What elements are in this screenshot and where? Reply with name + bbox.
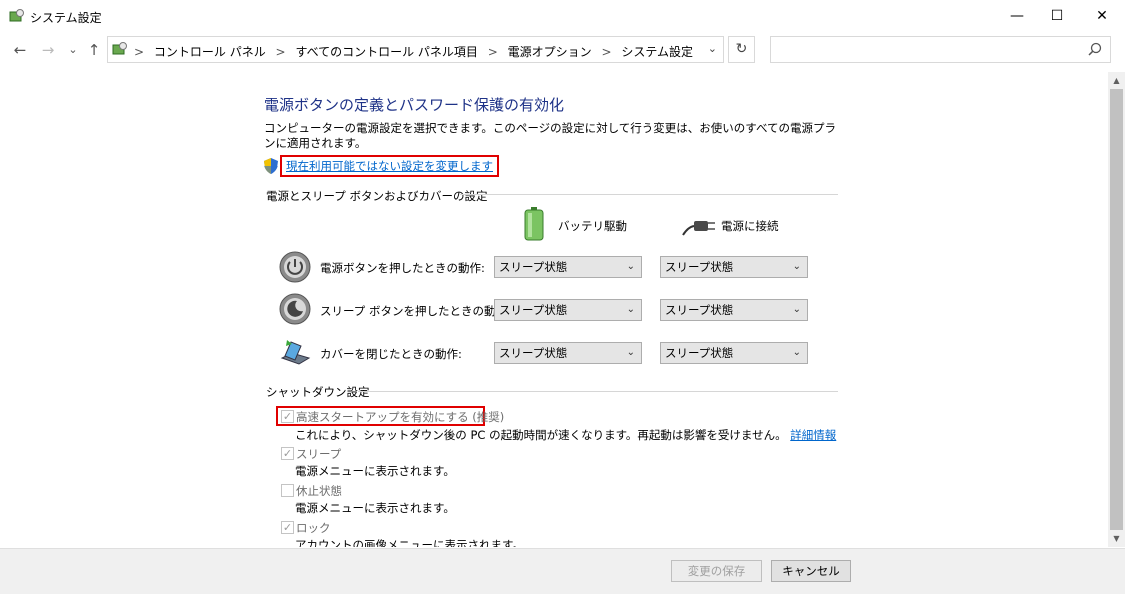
refresh-icon[interactable]: ↻ (728, 36, 755, 63)
power-button-action-label: 電源ボタンを押したときの動作: (320, 261, 485, 275)
fast-startup-label: 高速スタートアップを有効にする (推奨) (296, 410, 505, 424)
breadcrumb-control-panel[interactable]: コントロール パネル (154, 45, 266, 59)
group-divider (358, 391, 838, 392)
control-panel-icon (9, 9, 24, 22)
save-changes-button[interactable]: 変更の保存 (671, 560, 762, 582)
uac-shield-icon (264, 158, 278, 174)
window-title: システム設定 (30, 11, 102, 25)
sleep-checkbox[interactable]: ✓ (281, 447, 294, 460)
scrollbar-thumb[interactable] (1110, 89, 1123, 530)
scroll-up-icon[interactable]: ▲ (1108, 72, 1125, 89)
chevron-down-icon: ⌄ (792, 261, 801, 272)
chevron-down-icon: ⌄ (626, 347, 635, 358)
sleep-button-plugged-select[interactable]: スリープ状態 ⌄ (660, 299, 808, 321)
fast-startup-description: これにより、シャットダウン後の PC の起動時間が速くなります。再起動は影響を受… (295, 427, 836, 443)
sleep-button-action-label: スリープ ボタンを押したときの動作: (320, 304, 511, 318)
fast-startup-checkbox[interactable]: ✓ (281, 410, 294, 423)
navigation-bar: ← → ⌄ ↑ > コントロール パネル > すべてのコントロール パネル項目 … (0, 36, 1125, 66)
change-unavailable-settings-link[interactable]: 現在利用可能ではない設定を変更します (280, 155, 499, 177)
more-info-link[interactable]: 詳細情報 (790, 428, 836, 442)
plugged-column-header: 電源に接続 (721, 219, 779, 233)
chevron-down-icon: ⌄ (626, 261, 635, 272)
breadcrumb-system-settings[interactable]: システム設定 (621, 45, 693, 59)
sleep-button-icon (279, 293, 311, 325)
laptop-lid-icon (280, 340, 311, 365)
select-value: スリープ状態 (499, 303, 568, 317)
breadcrumb-power-options[interactable]: 電源オプション (508, 45, 592, 59)
lock-option-label: ロック (296, 521, 331, 535)
fast-startup-desc-text: これにより、シャットダウン後の PC の起動時間が速くなります。再起動は影響を受… (295, 428, 787, 442)
battery-icon (524, 207, 544, 241)
cancel-button[interactable]: キャンセル (771, 560, 851, 582)
breadcrumb-all-items[interactable]: すべてのコントロール パネル項目 (295, 45, 478, 59)
page-description: コンピューターの電源設定を選択できます。このページの設定に対して行う変更は、お使… (264, 121, 837, 150)
page-title: 電源ボタンの定義とパスワード保護の有効化 (264, 96, 565, 114)
battery-column-header: バッテリ駆動 (558, 219, 627, 233)
lid-close-battery-select[interactable]: スリープ状態 ⌄ (494, 342, 642, 364)
chevron-down-icon: ⌄ (792, 347, 801, 358)
select-value: スリープ状態 (499, 260, 568, 274)
maximize-button[interactable]: ☐ (1034, 0, 1080, 32)
control-panel-icon (112, 42, 127, 55)
sleep-option-label: スリープ (296, 447, 342, 461)
chevron-down-icon: ⌄ (792, 304, 801, 315)
forward-arrow-icon[interactable]: → (37, 39, 59, 61)
breadcrumb-separator: > (134, 45, 145, 59)
power-buttons-group-title: 電源とスリープ ボタンおよびカバーの設定 (266, 189, 488, 203)
power-button-plugged-select[interactable]: スリープ状態 ⌄ (660, 256, 808, 278)
lid-close-plugged-select[interactable]: スリープ状態 ⌄ (660, 342, 808, 364)
select-value: スリープ状態 (499, 346, 568, 360)
breadcrumb-separator: > (275, 45, 286, 59)
breadcrumb: > コントロール パネル > すべてのコントロール パネル項目 > 電源オプショ… (134, 43, 699, 60)
vertical-scrollbar[interactable]: ▲ ▼ (1108, 72, 1125, 547)
close-button[interactable]: ✕ (1079, 0, 1125, 32)
search-input[interactable] (770, 36, 1111, 63)
up-arrow-icon[interactable]: ↑ (83, 39, 105, 61)
shutdown-group-title: シャットダウン設定 (266, 385, 370, 399)
select-value: スリープ状態 (665, 303, 734, 317)
main-content: 電源ボタンの定義とパスワード保護の有効化 コンピューターの電源設定を選択できます… (0, 72, 1108, 547)
breadcrumb-separator: > (487, 45, 498, 59)
lid-close-action-label: カバーを閉じたときの動作: (320, 347, 462, 361)
lock-option-description: アカウントの画像メニューに表示されます。 (295, 538, 524, 547)
breadcrumb-separator: > (601, 45, 612, 59)
back-arrow-icon[interactable]: ← (9, 39, 31, 61)
chevron-down-icon: ⌄ (626, 304, 635, 315)
hibernate-option-description: 電源メニューに表示されます。 (295, 501, 455, 515)
power-button-icon (279, 251, 311, 283)
group-divider (460, 194, 838, 195)
search-icon[interactable] (1088, 42, 1102, 56)
lock-checkbox[interactable]: ✓ (281, 521, 294, 534)
select-value: スリープ状態 (665, 346, 734, 360)
title-bar: システム設定 — ☐ ✕ (0, 0, 1125, 32)
scroll-down-icon[interactable]: ▼ (1108, 530, 1125, 547)
sleep-button-battery-select[interactable]: スリープ状態 ⌄ (494, 299, 642, 321)
hibernate-checkbox[interactable] (281, 484, 294, 497)
sleep-option-description: 電源メニューに表示されます。 (295, 464, 455, 478)
address-bar[interactable]: > コントロール パネル > すべてのコントロール パネル項目 > 電源オプショ… (107, 36, 724, 63)
recent-locations-icon[interactable]: ⌄ (62, 39, 84, 61)
power-plug-icon (682, 221, 715, 236)
chevron-down-icon[interactable]: ⌄ (708, 42, 717, 55)
select-value: スリープ状態 (665, 260, 734, 274)
power-button-battery-select[interactable]: スリープ状態 ⌄ (494, 256, 642, 278)
dialog-footer: 変更の保存 キャンセル (0, 548, 1125, 594)
hibernate-option-label: 休止状態 (296, 484, 342, 498)
